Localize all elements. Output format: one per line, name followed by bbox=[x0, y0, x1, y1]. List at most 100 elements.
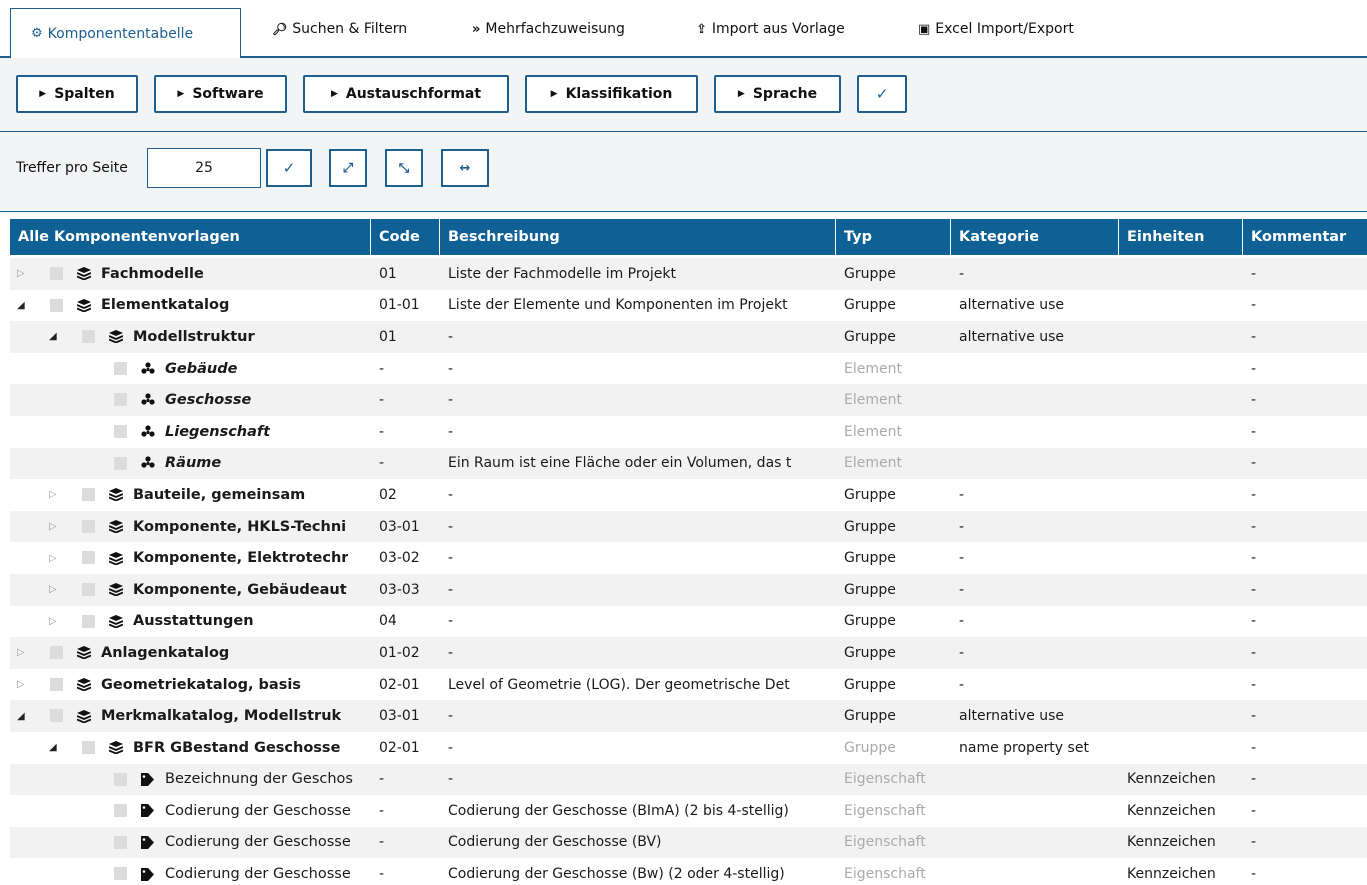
row-checkbox[interactable] bbox=[50, 646, 63, 660]
row-name-label[interactable]: Codierung der Geschosse bbox=[165, 858, 351, 885]
row-name-label[interactable]: Elementkatalog bbox=[101, 290, 229, 322]
expand-arrow-icon[interactable]: ▷ bbox=[17, 669, 25, 701]
row-checkbox[interactable] bbox=[114, 361, 127, 375]
column-header-name[interactable]: Alle Komponentenvorlagen bbox=[10, 219, 371, 255]
table-row[interactable]: ▷ Ausstattungen 04 - Gruppe - - bbox=[10, 606, 1367, 638]
table-row[interactable]: Räume - Ein Raum ist eine Fläche oder ein … bbox=[10, 447, 1367, 480]
row-name-label[interactable]: Bauteile, gemeinsam bbox=[133, 479, 305, 511]
sprache-button[interactable]: ▶ Sprache bbox=[714, 75, 841, 113]
expand-arrow-icon[interactable]: ▷ bbox=[49, 574, 57, 606]
cell-kategorie bbox=[951, 353, 1119, 385]
row-checkbox[interactable] bbox=[82, 614, 95, 628]
expand-arrow-icon[interactable]: ▷ bbox=[17, 637, 25, 669]
row-checkbox[interactable] bbox=[50, 267, 63, 280]
row-name-label[interactable]: Räume bbox=[165, 448, 221, 480]
row-name-label[interactable]: Geschosse bbox=[165, 384, 251, 416]
table-row[interactable]: Codierung der Geschosse - Codierung der Ge… bbox=[10, 795, 1367, 827]
cell-kategorie: - bbox=[959, 581, 965, 598]
fit-width-button[interactable]: ↔ bbox=[441, 149, 489, 187]
row-name-label[interactable]: Gebäude bbox=[165, 353, 237, 385]
row-checkbox[interactable] bbox=[82, 330, 95, 344]
table-row[interactable]: ◢ Merkmalkatalog, Modellstruk 03-01 - Gruppe… bbox=[10, 700, 1367, 732]
column-header-typ[interactable]: Typ bbox=[836, 219, 951, 255]
tab-import-vorlage[interactable]: ⇪ Import aus Vorlage bbox=[696, 0, 845, 58]
collapse-arrow-icon[interactable]: ◢ bbox=[49, 321, 57, 353]
row-name-label[interactable]: Merkmalkatalog, Modellstruk bbox=[101, 700, 341, 732]
row-name-label[interactable]: Anlagenkatalog bbox=[101, 637, 229, 669]
apply-hits-button[interactable]: ✓ bbox=[266, 149, 312, 187]
table-row[interactable]: ◢ Modellstruktur 01 - Gruppe alternative use - bbox=[10, 321, 1367, 353]
software-button[interactable]: ▶ Software bbox=[154, 75, 287, 113]
column-header-code[interactable]: Code bbox=[371, 219, 440, 255]
collapse-arrow-icon[interactable]: ◢ bbox=[49, 732, 57, 764]
row-checkbox[interactable] bbox=[114, 867, 127, 881]
table-row[interactable]: ▷ Komponente, HKLS-Techni 03-01 - Gruppe - - bbox=[10, 510, 1367, 543]
column-header-kategorie[interactable]: Kategorie bbox=[951, 219, 1119, 255]
tab-excel-import-export[interactable]: ▣ Excel Import/Export bbox=[918, 0, 1074, 58]
triangle-right-icon: ▶ bbox=[330, 89, 338, 99]
row-checkbox[interactable] bbox=[114, 393, 127, 407]
table-row[interactable]: Gebäude - - Element - bbox=[10, 353, 1367, 385]
layers-icon bbox=[77, 290, 91, 322]
table-row[interactable]: Geschosse - - Element - bbox=[10, 384, 1367, 416]
row-checkbox[interactable] bbox=[82, 551, 95, 565]
expand-arrow-icon[interactable]: ▷ bbox=[49, 606, 57, 638]
klassifikation-button[interactable]: ▶ Klassifikation bbox=[525, 75, 698, 113]
row-checkbox[interactable] bbox=[50, 677, 63, 691]
row-name-label[interactable]: Fachmodelle bbox=[101, 258, 204, 290]
tab-komponententabelle[interactable]: ⚙ Komponententabelle bbox=[10, 8, 241, 60]
austauschformat-button[interactable]: ▶ Austauschformat bbox=[303, 75, 509, 113]
row-checkbox[interactable] bbox=[114, 424, 127, 438]
row-checkbox[interactable] bbox=[114, 456, 127, 470]
cell-name: Räume bbox=[10, 448, 371, 480]
table-row[interactable]: ◢ BFR GBestand Geschosse 02-01 - Gruppe name … bbox=[10, 732, 1367, 764]
row-checkbox[interactable] bbox=[50, 298, 63, 312]
row-checkbox[interactable] bbox=[82, 519, 95, 533]
table-row[interactable]: Codierung der Geschosse - Codierung der Ge… bbox=[10, 858, 1367, 885]
table-row[interactable]: ▷ Anlagenkatalog 01-02 - Gruppe - - bbox=[10, 637, 1367, 669]
row-name-label[interactable]: Komponente, Elektrotechr bbox=[133, 542, 348, 574]
collapse-all-button[interactable]: ⤡ bbox=[385, 149, 423, 187]
spalten-button[interactable]: ▶ Spalten bbox=[16, 75, 138, 113]
row-name-label[interactable]: Codierung der Geschosse bbox=[165, 795, 351, 827]
column-header-kommentar[interactable]: Kommentar bbox=[1243, 219, 1367, 255]
column-header-beschreibung[interactable]: Beschreibung bbox=[440, 219, 836, 255]
row-name-label[interactable]: Komponente, Gebäudeaut bbox=[133, 574, 347, 606]
expand-all-button[interactable]: ⤢ bbox=[329, 149, 367, 187]
column-header-einheiten[interactable]: Einheiten bbox=[1119, 219, 1243, 255]
row-name-label[interactable]: Komponente, HKLS-Techni bbox=[133, 511, 346, 543]
hits-per-page-input[interactable]: 25 bbox=[147, 148, 261, 188]
row-checkbox[interactable] bbox=[114, 804, 127, 818]
row-name-label[interactable]: Geometriekatalog, basis bbox=[101, 669, 301, 701]
row-name-label[interactable]: Ausstattungen bbox=[133, 606, 254, 638]
row-name-label[interactable]: Codierung der Geschosse bbox=[165, 827, 351, 859]
expand-arrow-icon[interactable]: ▷ bbox=[49, 542, 57, 574]
table-row[interactable]: ▷ Bauteile, gemeinsam 02 - Gruppe - - bbox=[10, 479, 1367, 511]
table-row[interactable]: ▷ Komponente, Elektrotechr 03-02 - Gruppe - - bbox=[10, 542, 1367, 574]
table-row[interactable]: ▷ Fachmodelle 01 Liste der Fachmodelle im P… bbox=[10, 258, 1367, 290]
table-row[interactable]: ◢ Elementkatalog 01-01 Liste der Elemente u… bbox=[10, 290, 1367, 322]
expand-arrow-icon[interactable]: ▷ bbox=[17, 258, 25, 290]
row-name-label[interactable]: Bezeichnung der Geschos bbox=[165, 764, 353, 796]
table-row[interactable]: Codierung der Geschosse - Codierung der Ge… bbox=[10, 826, 1367, 859]
collapse-arrow-icon[interactable]: ◢ bbox=[17, 290, 25, 322]
row-checkbox[interactable] bbox=[114, 835, 127, 849]
table-row[interactable]: Bezeichnung der Geschos - - Eigenschaft Kenn… bbox=[10, 763, 1367, 796]
row-name-label[interactable]: BFR GBestand Geschosse bbox=[133, 732, 340, 764]
apply-columns-button[interactable]: ✓ bbox=[857, 75, 907, 113]
row-checkbox[interactable] bbox=[50, 709, 63, 723]
expand-arrow-icon[interactable]: ▷ bbox=[49, 511, 57, 543]
table-row[interactable]: ▷ Komponente, Gebäudeaut 03-03 - Gruppe - - bbox=[10, 573, 1367, 606]
table-row[interactable]: Liegenschaft - - Element - bbox=[10, 416, 1367, 448]
tab-suchen-filtern[interactable]: 🔎︎ Suchen & Filtern bbox=[272, 0, 407, 58]
row-name-label[interactable]: Liegenschaft bbox=[165, 416, 270, 448]
row-name-label[interactable]: Modellstruktur bbox=[133, 321, 255, 353]
expand-arrow-icon[interactable]: ▷ bbox=[49, 479, 57, 511]
row-checkbox[interactable] bbox=[114, 772, 127, 786]
collapse-arrow-icon[interactable]: ◢ bbox=[17, 700, 25, 732]
row-checkbox[interactable] bbox=[82, 582, 95, 596]
row-checkbox[interactable] bbox=[82, 488, 95, 502]
table-row[interactable]: ▷ Geometriekatalog, basis 02-01 Level of Ge… bbox=[10, 669, 1367, 701]
tab-mehrfachzuweisung[interactable]: » Mehrfachzuweisung bbox=[472, 0, 625, 58]
row-checkbox[interactable] bbox=[82, 740, 95, 754]
